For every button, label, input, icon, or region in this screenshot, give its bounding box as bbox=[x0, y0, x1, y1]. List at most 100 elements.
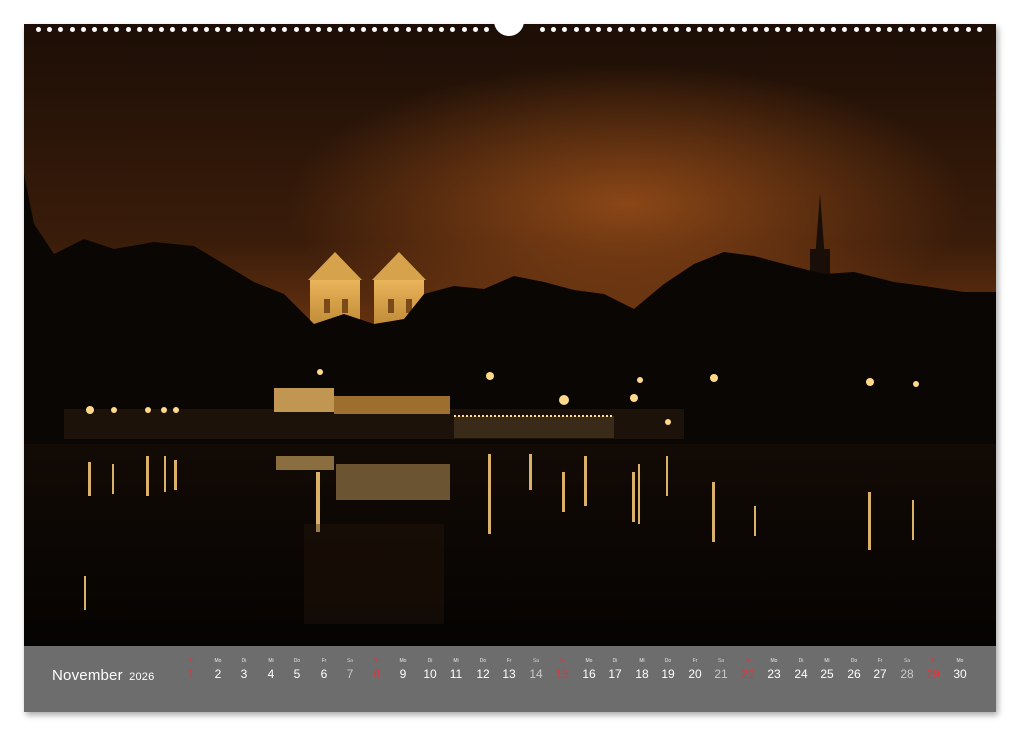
day-cell: Do 19 bbox=[655, 656, 681, 682]
lake bbox=[24, 444, 996, 646]
binding-hole bbox=[473, 27, 478, 32]
binding-hole bbox=[361, 27, 366, 32]
binding-hole bbox=[697, 27, 702, 32]
binding-hole bbox=[372, 27, 377, 32]
day-number: 16 bbox=[582, 667, 596, 681]
binding-hole bbox=[977, 27, 982, 32]
day-cell: Sa 14 bbox=[523, 656, 549, 682]
binding-hole bbox=[182, 27, 187, 32]
binding-hole bbox=[92, 27, 97, 32]
weekday-label: Fr bbox=[692, 658, 698, 664]
day-number: 19 bbox=[661, 667, 675, 681]
binding-hole bbox=[148, 27, 153, 32]
day-cell: Mo 2 bbox=[205, 656, 231, 682]
binding-hole bbox=[674, 27, 679, 32]
day-number: 14 bbox=[529, 667, 543, 681]
day-cell: Do 5 bbox=[284, 656, 310, 682]
binding-hole bbox=[58, 27, 63, 32]
day-cell: So 1 bbox=[178, 656, 204, 682]
day-number: 15 bbox=[555, 667, 569, 681]
day-cell: Mo 16 bbox=[576, 656, 602, 682]
day-cell: Di 10 bbox=[417, 656, 443, 682]
binding-hole bbox=[36, 27, 41, 32]
month-label: November 2026 bbox=[52, 667, 154, 684]
day-cell: So 22 bbox=[735, 656, 761, 682]
day-number: 29 bbox=[926, 667, 940, 681]
day-cell: Sa 21 bbox=[708, 656, 734, 682]
binding-hole bbox=[809, 27, 814, 32]
binding-hole bbox=[786, 27, 791, 32]
weekday-label: Mi bbox=[824, 658, 830, 664]
day-cell: Di 17 bbox=[602, 656, 628, 682]
binding-hole bbox=[81, 27, 86, 32]
binding-hole bbox=[630, 27, 635, 32]
weekday-label: Fr bbox=[506, 658, 512, 664]
weekday-label: Mo bbox=[585, 658, 593, 664]
binding-hole bbox=[932, 27, 937, 32]
binding-hole bbox=[618, 27, 623, 32]
binding-hole bbox=[876, 27, 881, 32]
binding-hole bbox=[417, 27, 422, 32]
weekday-label: Di bbox=[798, 658, 804, 664]
binding-hole bbox=[484, 27, 489, 32]
year-label: 2026 bbox=[129, 671, 155, 683]
day-number: 22 bbox=[741, 667, 755, 681]
binding-hole bbox=[719, 27, 724, 32]
weekday-label: So bbox=[929, 658, 937, 664]
binding-hole bbox=[562, 27, 567, 32]
weekday-label: Di bbox=[241, 658, 247, 664]
binding-hole bbox=[406, 27, 411, 32]
weekday-label: So bbox=[744, 658, 752, 664]
binding-hole bbox=[865, 27, 870, 32]
month-name: November bbox=[52, 667, 123, 684]
day-number: 7 bbox=[346, 667, 354, 681]
day-cell: So 29 bbox=[920, 656, 946, 682]
binding-hole bbox=[282, 27, 287, 32]
binding-hole bbox=[607, 27, 612, 32]
day-cell: Mo 9 bbox=[390, 656, 416, 682]
day-number: 6 bbox=[320, 667, 328, 681]
night-lake-photo bbox=[24, 24, 996, 646]
day-cell: Fr 13 bbox=[496, 656, 522, 682]
day-number: 18 bbox=[635, 667, 649, 681]
binding-hole bbox=[596, 27, 601, 32]
weekday-label: Do bbox=[293, 658, 301, 664]
day-number: 17 bbox=[608, 667, 622, 681]
weekday-label: Sa bbox=[717, 658, 725, 664]
binding-hole bbox=[887, 27, 892, 32]
binding-hole bbox=[764, 27, 769, 32]
binding-hole bbox=[204, 27, 209, 32]
day-number: 23 bbox=[767, 667, 781, 681]
day-number: 4 bbox=[267, 667, 275, 681]
binding-hole bbox=[842, 27, 847, 32]
day-number: 25 bbox=[820, 667, 834, 681]
binding-hole bbox=[137, 27, 142, 32]
binding-hole bbox=[954, 27, 959, 32]
weekday-label: Fr bbox=[321, 658, 327, 664]
weekday-label: Mi bbox=[453, 658, 459, 664]
binding-hole bbox=[921, 27, 926, 32]
binding-hole bbox=[316, 27, 321, 32]
binding-hole bbox=[540, 27, 545, 32]
binding-hole bbox=[943, 27, 948, 32]
binding-hole bbox=[215, 27, 220, 32]
day-cell: Mo 30 bbox=[947, 656, 973, 682]
binding-hole bbox=[574, 27, 579, 32]
day-cell: Di 3 bbox=[231, 656, 257, 682]
binding-hole bbox=[585, 27, 590, 32]
binding-hole bbox=[170, 27, 175, 32]
binding-hole bbox=[193, 27, 198, 32]
weekday-label: Mo bbox=[956, 658, 964, 664]
weekday-label: Sa bbox=[346, 658, 354, 664]
day-number: 8 bbox=[373, 667, 381, 681]
day-number: 20 bbox=[688, 667, 702, 681]
binding-hole bbox=[820, 27, 825, 32]
binding-hole bbox=[338, 27, 343, 32]
spiral-binding bbox=[24, 18, 996, 38]
binding-hole bbox=[966, 27, 971, 32]
day-cell: Mi 11 bbox=[443, 656, 469, 682]
hanger-notch bbox=[494, 18, 524, 36]
weekday-label: Mo bbox=[399, 658, 407, 664]
binding-hole bbox=[126, 27, 131, 32]
photo-illustration bbox=[24, 24, 996, 646]
